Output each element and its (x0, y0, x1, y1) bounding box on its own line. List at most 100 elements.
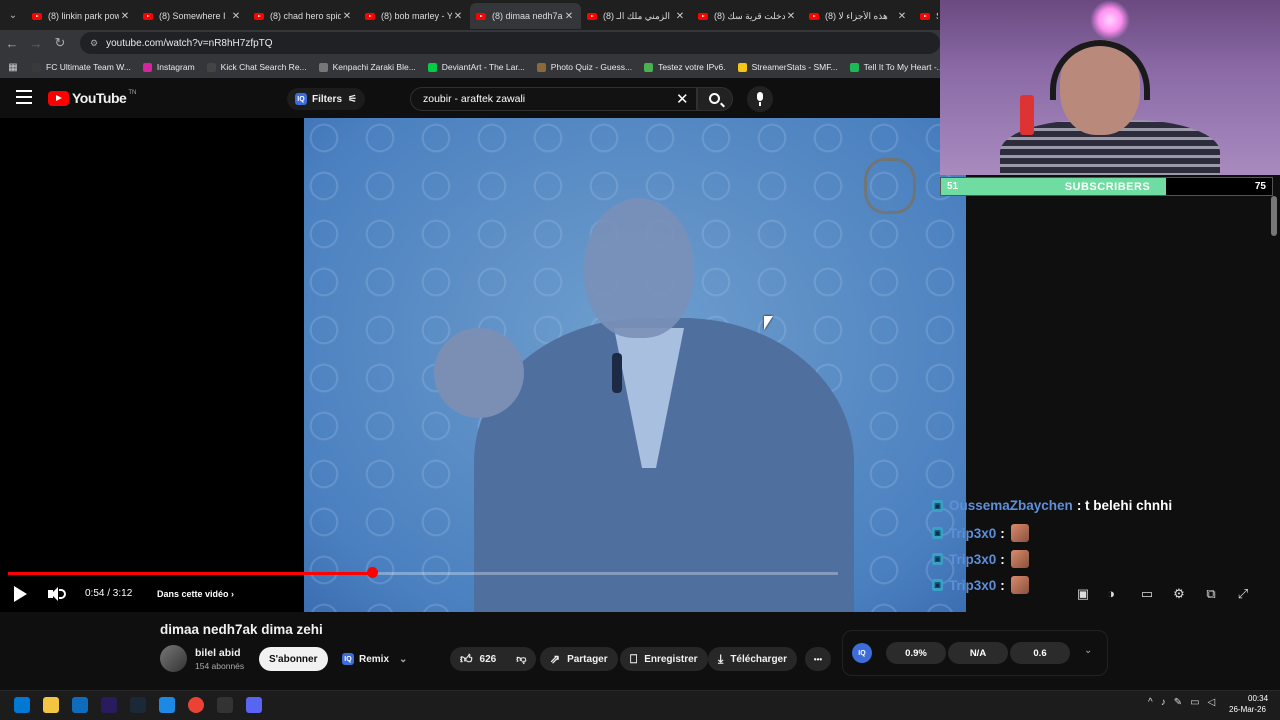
steam-icon[interactable] (130, 697, 146, 713)
settings-gear-icon[interactable]: ⚙ (1171, 586, 1187, 602)
tab-close-icon[interactable]: ✕ (341, 11, 353, 22)
iq-logo-icon[interactable]: IQ (852, 643, 872, 663)
browser-tab[interactable]: (8) dimaa nedh7ak ✕ (470, 3, 581, 29)
tab-close-icon[interactable]: ✕ (452, 11, 464, 22)
video-player[interactable] (0, 118, 966, 612)
chrome-icon[interactable] (188, 697, 204, 713)
video-title: dimaa nedh7ak dima zehi (160, 622, 323, 637)
save-button[interactable]: ⎕ Enregistrer (620, 647, 708, 671)
bookmark-item[interactable]: Kick Chat Search Re... (206, 62, 307, 72)
back-icon[interactable]: ← (0, 36, 24, 51)
url-field[interactable]: ⚙ youtube.com/watch?v=nR8hH7zfpTQ (80, 32, 940, 54)
tab-search-icon[interactable]: ⌄ (0, 0, 26, 30)
play-icon[interactable] (14, 586, 27, 602)
iq-player-icon[interactable]: ▣ (1075, 586, 1091, 602)
thumbs-up-icon: 👍︎ (460, 651, 473, 666)
voice-search-button[interactable] (747, 86, 773, 112)
share-button[interactable]: ⇗ Partager (540, 647, 618, 671)
tab-close-icon[interactable]: ✕ (674, 11, 686, 22)
chat-badge-icon: ▣ (932, 553, 943, 565)
bookmark-item[interactable]: Kenpachi Zaraki Ble... (318, 62, 416, 72)
browser-tab[interactable]: (8) bob marley - Y ✕ (359, 3, 470, 29)
chevron-up-icon[interactable]: ^ (1148, 697, 1161, 708)
bookmark-item[interactable]: DeviantArt - The Lar... (427, 62, 525, 72)
browser-tab[interactable]: (8) هذه الأجزاء لا ✕ (803, 3, 914, 29)
filters-button[interactable]: IQ Filters ⚟ (287, 88, 365, 110)
channel-name[interactable]: bilel abid (195, 647, 241, 659)
bookmark-label: DeviantArt - The Lar... (441, 62, 525, 72)
progress-bar[interactable] (8, 567, 838, 578)
more-actions-button[interactable]: ••• (805, 647, 831, 671)
monitor-icon[interactable]: ▭ (1190, 697, 1207, 708)
download-button[interactable]: ⤓ Télécharger (708, 647, 798, 671)
browser-tab[interactable]: (8) chad hero spid ✕ (248, 3, 359, 29)
clear-search-icon[interactable]: ✕ (676, 90, 689, 108)
microphone-tray-icon[interactable]: ♪ (1161, 697, 1174, 708)
tab-close-icon[interactable]: ✕ (785, 11, 797, 22)
reload-icon[interactable]: ↻ (48, 35, 72, 51)
clock-time[interactable]: 00:34 (1248, 694, 1268, 703)
browser-tab[interactable]: (8) دخلت قرية سك ✕ (692, 3, 803, 29)
bookmark-item[interactable]: StreamerStats - SMF... (737, 62, 838, 72)
browser-tab[interactable]: (8) linkin park pow ✕ (26, 3, 137, 29)
subtitles-icon[interactable]: ▭ (1139, 586, 1155, 602)
like-button[interactable]: 👍︎ 626 (450, 647, 506, 671)
bookmark-item[interactable]: Testez votre IPv6. (644, 62, 726, 72)
theater-mode-icon[interactable]: ⧉ (1203, 586, 1219, 602)
forward-icon[interactable]: → (24, 36, 48, 51)
chat-username: Trip3x0 (949, 577, 997, 593)
bookmark-item[interactable]: FC Ultimate Team W... (32, 62, 131, 72)
browser-tab[interactable]: (8) الزمني ملك الـ ✕ (581, 3, 692, 29)
tab-title: (8) دخلت قرية سك (714, 10, 785, 21)
iq-expand-chevron-icon[interactable]: ⌄ (1084, 645, 1092, 656)
autoplay-toggle-icon[interactable]: ◑ (1103, 586, 1119, 602)
remix-button[interactable]: IQ Remix ⌄ (332, 647, 417, 671)
like-count: 626 (479, 653, 497, 665)
discord-icon[interactable] (246, 697, 262, 713)
iq-stat-2: N/A (948, 642, 1008, 664)
bookmark-item[interactable]: Tell It To My Heart -... (849, 62, 944, 72)
bookmark-item[interactable]: Instagram (142, 62, 195, 72)
speaker-icon[interactable]: ◁ (1208, 697, 1224, 708)
volume-icon[interactable] (48, 586, 66, 602)
search-button[interactable] (697, 87, 733, 111)
browser-tab[interactable]: (8) Somewhere I ✕ (137, 3, 248, 29)
tab-title: SI (936, 11, 938, 21)
chat-message: ▣ OussemaZbaychen: t belehi chnhi (932, 498, 1172, 513)
fullscreen-icon[interactable]: ⤢ (1235, 586, 1251, 602)
premiere-icon[interactable] (101, 697, 117, 713)
menu-icon[interactable] (16, 90, 32, 104)
video-frame[interactable] (304, 118, 966, 612)
system-tray[interactable]: ^♪✎▭◁ (1148, 697, 1223, 708)
tab-close-icon[interactable]: ✕ (230, 11, 242, 22)
youtube-play-logo-icon (48, 90, 69, 106)
tab-close-icon[interactable]: ✕ (563, 11, 575, 22)
pen-icon[interactable]: ✎ (1174, 697, 1190, 708)
outlook-icon[interactable] (72, 697, 88, 713)
subscribe-label: S'abonner (269, 653, 318, 665)
download-label: Télécharger (730, 653, 788, 665)
tab-close-icon[interactable]: ✕ (896, 11, 908, 22)
site-info-icon[interactable]: ⚙ (90, 38, 98, 49)
file-explorer-icon[interactable] (43, 697, 59, 713)
bookmark-favicon-icon (206, 62, 216, 72)
app-icon[interactable] (159, 697, 175, 713)
obs-icon[interactable] (217, 697, 233, 713)
tab-close-icon[interactable]: ✕ (119, 11, 131, 22)
subscribe-button[interactable]: S'abonner (259, 647, 328, 671)
page-scrollbar[interactable] (1271, 196, 1277, 236)
windows-start-icon[interactable] (14, 697, 30, 713)
apps-grid-icon[interactable]: ▦ (0, 62, 26, 73)
bookmark-favicon-icon (849, 62, 859, 72)
channel-avatar[interactable] (160, 645, 187, 672)
dislike-button[interactable]: 👎︎ (506, 647, 536, 671)
youtube-logo[interactable]: YouTube TN (48, 90, 136, 106)
share-label: Partager (567, 653, 608, 665)
progress-scrubber[interactable] (366, 567, 378, 578)
clock-date[interactable]: 26-Mar-26 (1229, 705, 1266, 714)
bookmark-label: Testez votre IPv6. (658, 62, 726, 72)
bookmark-item[interactable]: Photo Quiz - Guess... (536, 62, 632, 72)
chat-message: ▣ Trip3x0: (932, 524, 1029, 542)
search-input[interactable]: zoubir - araftek zawali (410, 87, 697, 111)
chapters-button[interactable]: Dans cette vidéo › (157, 589, 234, 599)
